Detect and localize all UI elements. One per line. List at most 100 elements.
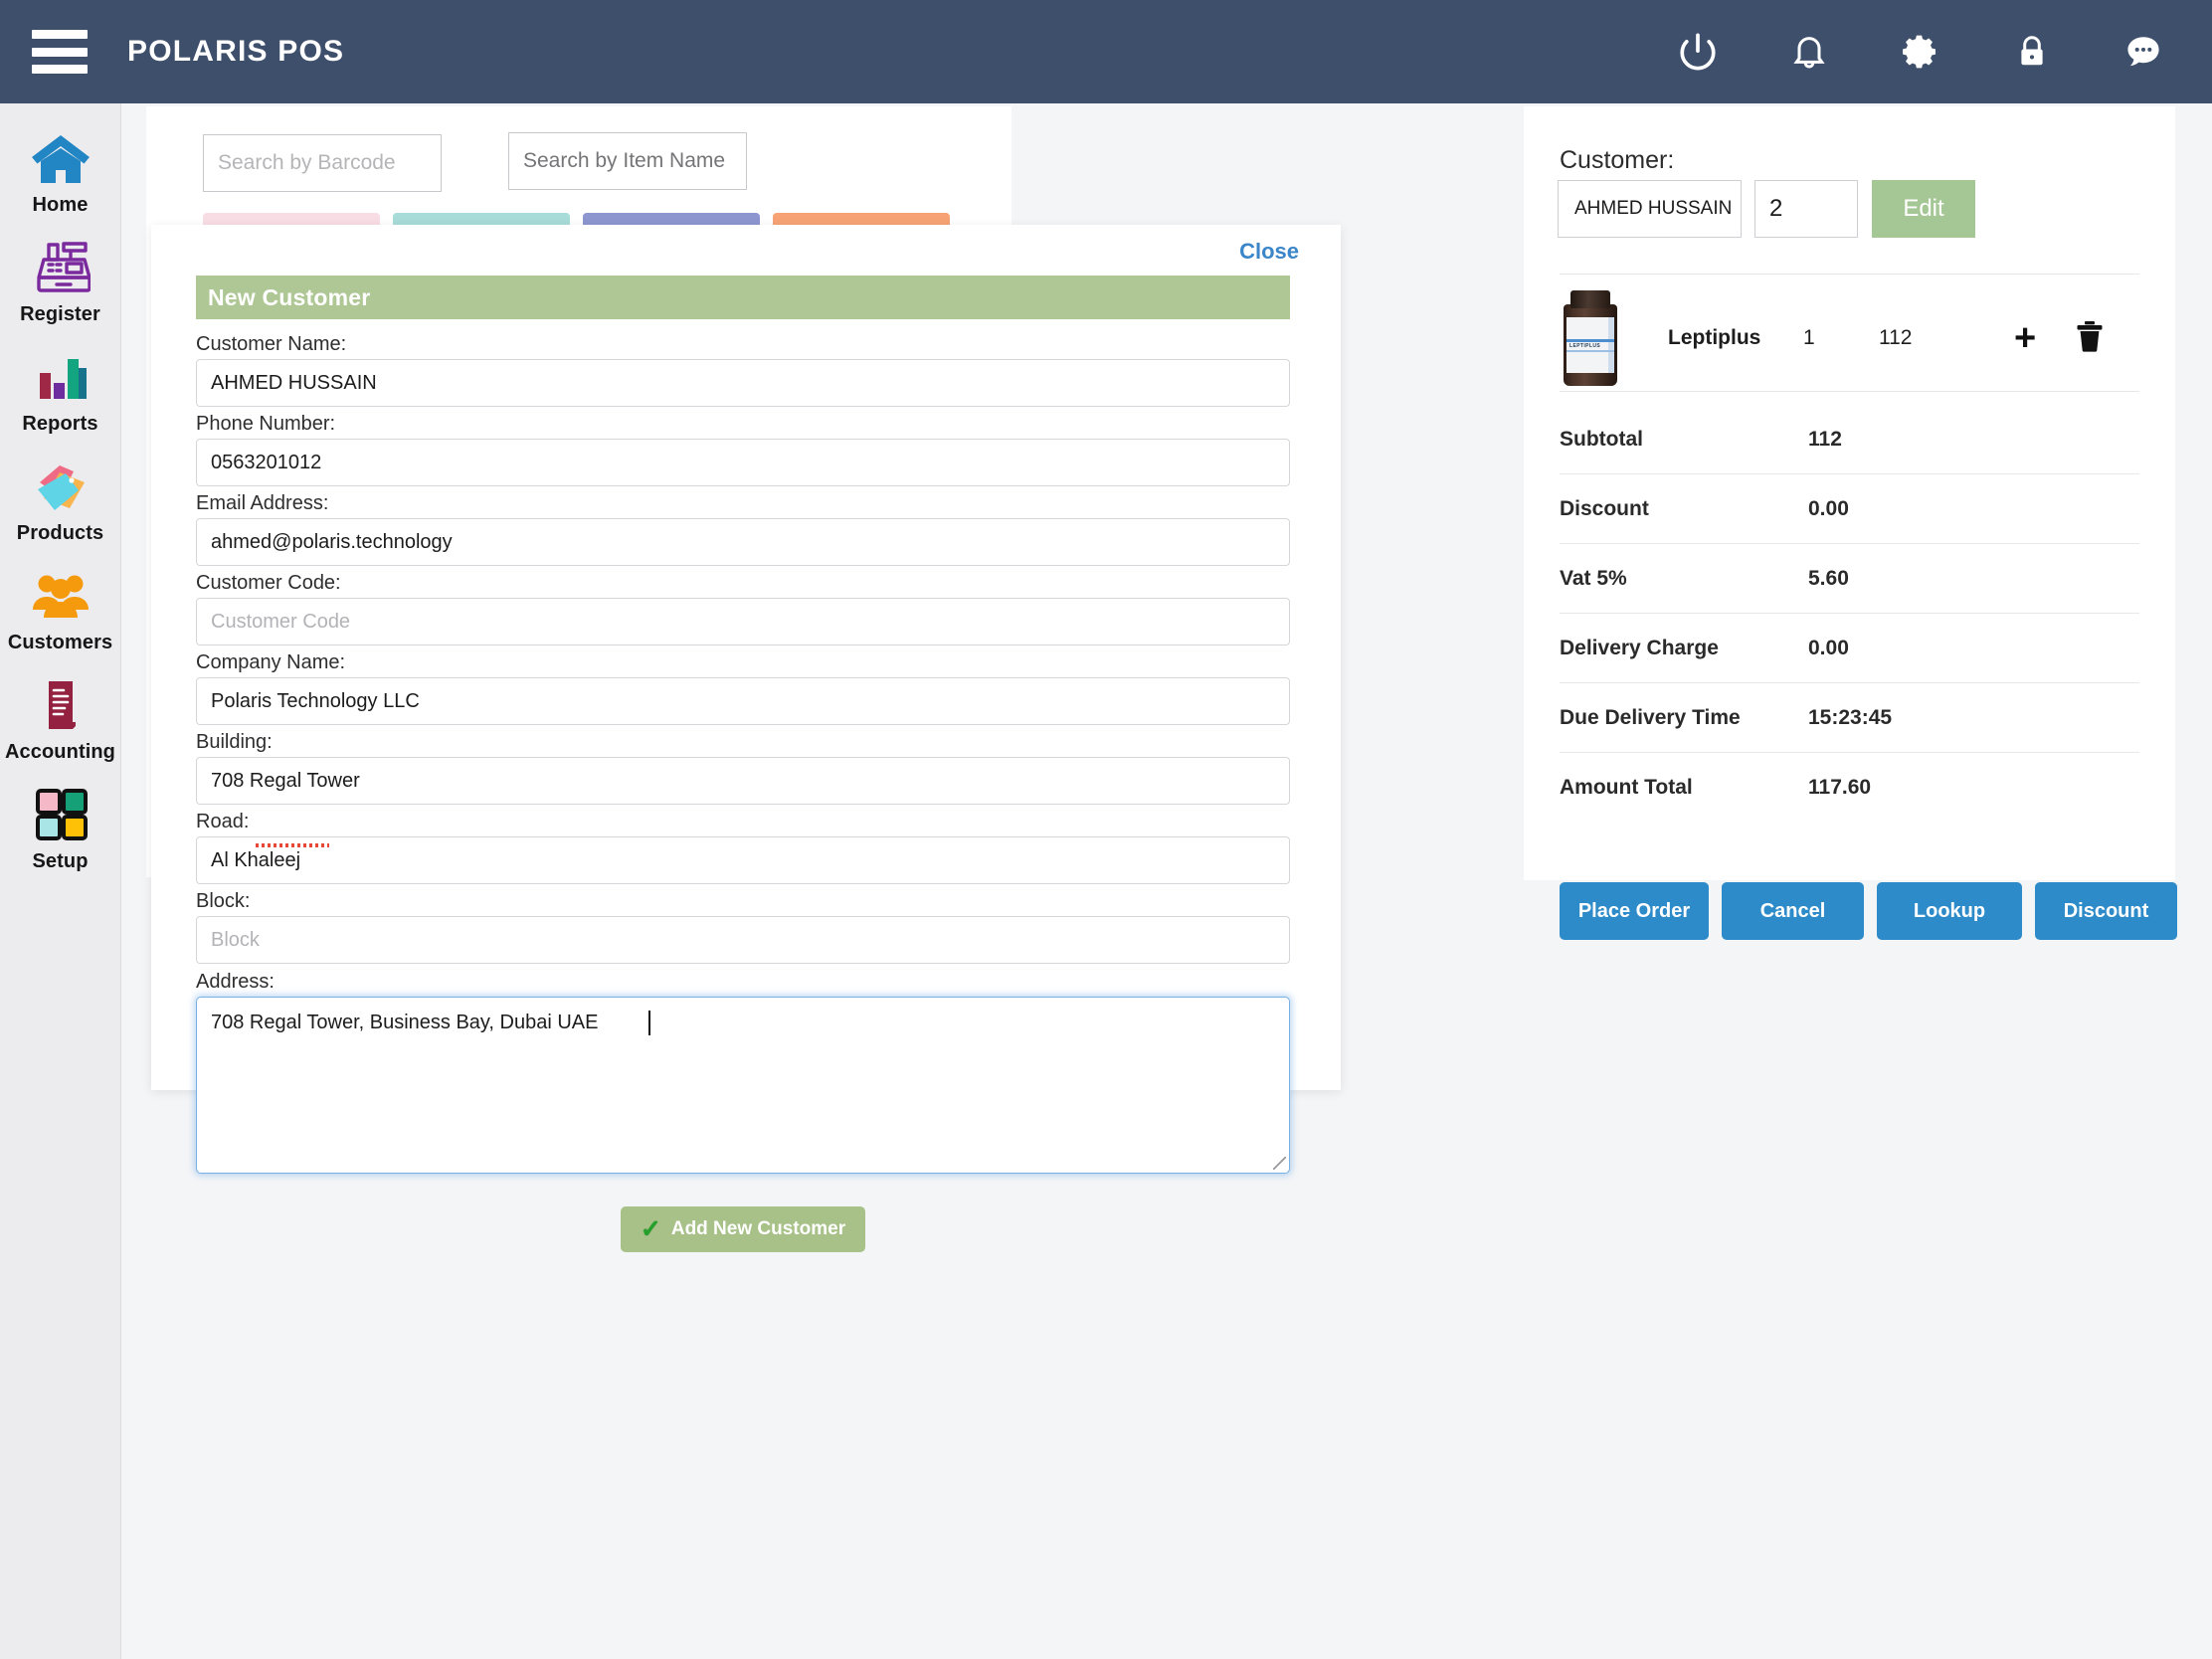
address-label: Address:: [196, 971, 275, 993]
sidebar-item-label: Register: [20, 303, 100, 325]
company-name-field[interactable]: [196, 677, 1290, 725]
main-content: Close New Customer Customer Name: Phone …: [121, 103, 2212, 1659]
customer-name-field[interactable]: [196, 359, 1290, 407]
total-value: 5.60: [1808, 566, 1849, 590]
add-new-customer-button[interactable]: ✓ Add New Customer: [620, 1206, 866, 1252]
trash-icon[interactable]: [2076, 320, 2104, 357]
cart-divider-bottom: [1560, 391, 2139, 392]
app-brand-title: POLARIS POS: [127, 35, 345, 68]
plus-icon[interactable]: +: [2014, 319, 2036, 357]
total-row: Delivery Charge 0.00: [1560, 614, 2139, 683]
total-row: Discount 0.00: [1560, 474, 2139, 544]
bell-icon[interactable]: [1786, 29, 1832, 75]
customer-row: Edit: [1558, 180, 1975, 238]
cart-item-quantity: 1: [1803, 326, 1815, 349]
customer-code-field[interactable]: [196, 598, 1290, 645]
field-label: Customer Code:: [196, 572, 341, 594]
spellcheck-underline: [256, 843, 329, 847]
total-value: 0.00: [1808, 636, 1849, 659]
four-squares-icon: [32, 784, 90, 845]
phone-number-field[interactable]: [196, 439, 1290, 486]
sidebar-item-home[interactable]: Home: [0, 127, 121, 233]
cart-panel: Customer: Edit LEPTIPLUS Leptiplus 1 112: [1524, 106, 2177, 940]
total-label: Delivery Charge: [1560, 636, 1719, 659]
hamburger-menu-icon[interactable]: [32, 30, 88, 74]
total-value: 117.60: [1808, 776, 1872, 799]
product-thumbnail: LEPTIPLUS: [1560, 290, 1621, 386]
search-barcode-input[interactable]: [203, 134, 442, 192]
place-order-button[interactable]: Place Order: [1560, 882, 1709, 940]
sidebar-item-label: Accounting: [5, 741, 115, 763]
field-road: Road:: [196, 811, 1290, 884]
email-address-field[interactable]: [196, 518, 1290, 566]
close-button[interactable]: Close: [1239, 239, 1299, 265]
text-caret: [648, 1011, 650, 1035]
sidebar-item-products[interactable]: Products: [0, 456, 121, 561]
field-email-address: Email Address:: [196, 492, 1290, 566]
price-tags-icon: [30, 456, 92, 517]
total-label: Vat 5%: [1560, 566, 1627, 590]
lookup-button[interactable]: Lookup: [1877, 882, 2022, 940]
chat-icon[interactable]: [2120, 29, 2166, 75]
total-row: Vat 5% 5.60: [1560, 544, 2139, 614]
power-icon[interactable]: [1675, 29, 1721, 75]
new-customer-form: Customer Name: Phone Number: Email Addre…: [196, 327, 1290, 1252]
sidebar-item-label: Customers: [7, 632, 113, 653]
discount-button[interactable]: Discount: [2035, 882, 2177, 940]
search-itemname-input[interactable]: [508, 132, 747, 190]
home-icon: [30, 127, 92, 189]
add-new-customer-label: Add New Customer: [670, 1218, 846, 1239]
field-customer-name: Customer Name:: [196, 333, 1290, 407]
modal-title: New Customer: [208, 283, 371, 310]
block-field[interactable]: [196, 916, 1290, 964]
sidebar-item-customers[interactable]: Customers: [0, 565, 121, 670]
edit-customer-button[interactable]: Edit: [1872, 180, 1975, 238]
bar-chart-icon: [32, 346, 90, 408]
cart-customer-code-input[interactable]: [1754, 180, 1858, 238]
cart-customer-name-input[interactable]: [1558, 180, 1742, 238]
address-textarea[interactable]: [196, 997, 1290, 1174]
cart-item-price: 112: [1879, 326, 1913, 349]
field-customer-code: Customer Code:: [196, 572, 1290, 645]
sidebar-item-label: Home: [32, 194, 89, 216]
field-building: Building:: [196, 731, 1290, 805]
total-row: Due Delivery Time 15:23:45: [1560, 683, 2139, 753]
sidebar-item-label: Reports: [22, 413, 98, 435]
action-button-row: Place Order Cancel Lookup Discount: [1560, 882, 2177, 940]
cancel-button[interactable]: Cancel: [1722, 882, 1864, 940]
field-phone-number: Phone Number:: [196, 413, 1290, 486]
cart-line-item: LEPTIPLUS Leptiplus 1 112 +: [1560, 287, 2139, 389]
total-label: Due Delivery Time: [1560, 705, 1741, 729]
customer-label: Customer:: [1560, 146, 1675, 174]
cash-register-icon: [31, 237, 91, 298]
sidebar-item-label: Products: [16, 522, 104, 544]
field-label: Building:: [196, 731, 273, 753]
field-label: Phone Number:: [196, 413, 336, 435]
total-label: Subtotal: [1560, 427, 1643, 451]
green-check-icon: ✓: [640, 1214, 661, 1243]
sidebar-item-register[interactable]: Register: [0, 237, 121, 342]
field-label: Email Address:: [196, 492, 329, 514]
lock-icon[interactable]: [2009, 29, 2055, 75]
field-block: Block:: [196, 890, 1290, 964]
field-label: Customer Name:: [196, 333, 347, 355]
address-wrapper: [196, 997, 1290, 1179]
cart-item-name: Leptiplus: [1668, 326, 1761, 349]
modal-header: New Customer: [196, 276, 1290, 319]
resize-handle[interactable]: [1273, 1157, 1286, 1170]
total-label: Amount Total: [1560, 776, 1693, 799]
receipt-icon: [33, 674, 89, 736]
total-label: Discount: [1560, 496, 1649, 520]
field-label: Block:: [196, 890, 251, 912]
total-value: 112: [1808, 427, 1842, 451]
gear-icon[interactable]: [1898, 29, 1943, 75]
road-field[interactable]: [196, 836, 1290, 884]
building-field[interactable]: [196, 757, 1290, 805]
new-customer-modal: Close New Customer Customer Name: Phone …: [151, 225, 1341, 1252]
cart-divider-top: [1560, 274, 2139, 275]
sidebar-item-reports[interactable]: Reports: [0, 346, 121, 452]
submit-row: ✓ Add New Customer: [196, 1206, 1290, 1252]
sidebar-item-accounting[interactable]: Accounting: [0, 674, 121, 780]
product-thumbnail-label: LEPTIPLUS: [1569, 343, 1601, 349]
sidebar-item-setup[interactable]: Setup: [0, 784, 121, 889]
